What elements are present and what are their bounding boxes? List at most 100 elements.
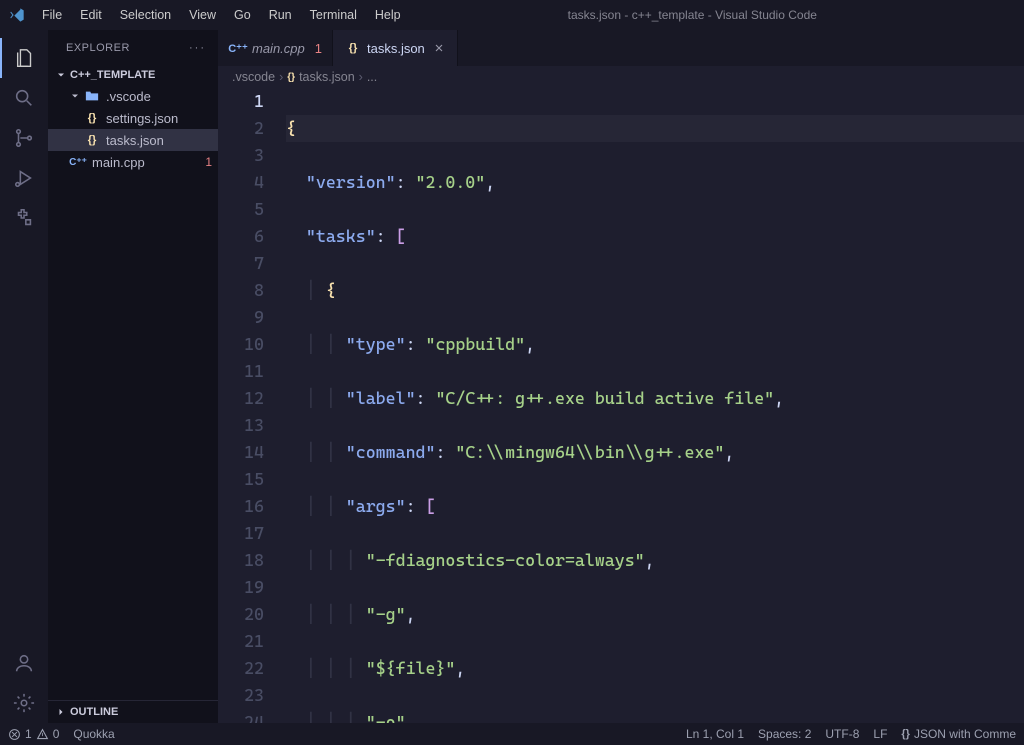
line-number: 7 bbox=[218, 250, 264, 277]
status-quokka[interactable]: Quokka bbox=[73, 727, 114, 741]
line-number: 1 bbox=[218, 88, 264, 115]
tab-label: main.cpp bbox=[252, 41, 305, 56]
activity-bar bbox=[0, 30, 48, 723]
explorer-icon[interactable] bbox=[0, 38, 48, 78]
file-tree: .vscode {} settings.json {} tasks.json C… bbox=[48, 85, 218, 173]
extensions-icon[interactable] bbox=[0, 198, 48, 238]
status-encoding[interactable]: UTF-8 bbox=[825, 727, 859, 741]
project-name: C++_TEMPLATE bbox=[70, 69, 155, 81]
status-problems[interactable]: 1 0 bbox=[8, 727, 59, 741]
line-number: 9 bbox=[218, 304, 264, 331]
menu-run[interactable]: Run bbox=[261, 4, 300, 26]
explorer-title: EXPLORER bbox=[66, 42, 130, 54]
file-tasks-json[interactable]: {} tasks.json bbox=[48, 129, 218, 151]
breadcrumb-item[interactable]: .vscode bbox=[232, 70, 275, 84]
line-gutter: 1 2 3 4 5 6 7 8 9 10 11 12 13 14 15 16 1… bbox=[218, 88, 286, 723]
line-number: 16 bbox=[218, 493, 264, 520]
line-number: 14 bbox=[218, 439, 264, 466]
tab-dirty-badge: 1 bbox=[315, 41, 322, 56]
code-editor[interactable]: 1 2 3 4 5 6 7 8 9 10 11 12 13 14 15 16 1… bbox=[218, 88, 1024, 723]
menu-bar: File Edit Selection View Go Run Terminal… bbox=[34, 4, 409, 26]
menu-file[interactable]: File bbox=[34, 4, 70, 26]
line-number: 3 bbox=[218, 142, 264, 169]
line-number: 5 bbox=[218, 196, 264, 223]
chevron-right-icon: › bbox=[279, 70, 283, 84]
explorer-header: EXPLORER ··· bbox=[48, 30, 218, 65]
line-number: 17 bbox=[218, 520, 264, 547]
editor-tabs: C⁺⁺ main.cpp 1 {} tasks.json bbox=[218, 30, 1024, 66]
window-title: tasks.json - c++_template - Visual Studi… bbox=[369, 8, 1016, 22]
json-file-icon: {} bbox=[901, 728, 910, 740]
line-number: 23 bbox=[218, 682, 264, 709]
file-main-cpp[interactable]: C⁺⁺ main.cpp 1 bbox=[48, 151, 218, 173]
project-section[interactable]: C++_TEMPLATE bbox=[48, 65, 218, 85]
tab-main-cpp[interactable]: C⁺⁺ main.cpp 1 bbox=[218, 30, 333, 66]
cpp-file-icon: C⁺⁺ bbox=[70, 154, 86, 170]
line-number: 21 bbox=[218, 628, 264, 655]
status-lncol[interactable]: Ln 1, Col 1 bbox=[686, 727, 744, 741]
folder-label: .vscode bbox=[106, 89, 218, 104]
line-number: 13 bbox=[218, 412, 264, 439]
error-count: 1 bbox=[25, 727, 32, 741]
code-body[interactable]: { "version": "2.0.0", "tasks": [ │ { │ │… bbox=[286, 88, 1024, 723]
status-bar: 1 0 Quokka Ln 1, Col 1 Spaces: 2 UTF-8 L… bbox=[0, 723, 1024, 745]
title-bar: File Edit Selection View Go Run Terminal… bbox=[0, 0, 1024, 30]
chevron-down-icon bbox=[68, 89, 82, 103]
line-number: 12 bbox=[218, 385, 264, 412]
accounts-icon[interactable] bbox=[0, 643, 48, 683]
menu-view[interactable]: View bbox=[181, 4, 224, 26]
search-icon[interactable] bbox=[0, 78, 48, 118]
menu-selection[interactable]: Selection bbox=[112, 4, 179, 26]
chevron-down-icon bbox=[54, 68, 68, 82]
chevron-right-icon: › bbox=[359, 70, 363, 84]
problem-count-badge: 1 bbox=[205, 155, 212, 169]
status-eol[interactable]: LF bbox=[873, 727, 887, 741]
line-number: 6 bbox=[218, 223, 264, 250]
line-number: 15 bbox=[218, 466, 264, 493]
folder-vscode[interactable]: .vscode bbox=[48, 85, 218, 107]
line-number: 19 bbox=[218, 574, 264, 601]
close-icon[interactable] bbox=[431, 42, 447, 54]
tab-label: tasks.json bbox=[367, 41, 425, 56]
vscode-logo-icon bbox=[8, 6, 26, 24]
file-settings-json[interactable]: {} settings.json bbox=[48, 107, 218, 129]
folder-icon bbox=[84, 88, 100, 104]
json-file-icon: {} bbox=[84, 132, 100, 148]
line-number: 20 bbox=[218, 601, 264, 628]
line-number: 24 bbox=[218, 709, 264, 723]
chevron-right-icon bbox=[54, 705, 68, 719]
status-language[interactable]: {} JSON with Comme bbox=[901, 727, 1016, 741]
editor-area: C⁺⁺ main.cpp 1 {} tasks.json .vscode › {… bbox=[218, 30, 1024, 723]
run-debug-icon[interactable] bbox=[0, 158, 48, 198]
line-number: 22 bbox=[218, 655, 264, 682]
breadcrumb-item[interactable]: tasks.json bbox=[299, 70, 355, 84]
line-number: 11 bbox=[218, 358, 264, 385]
source-control-icon[interactable] bbox=[0, 118, 48, 158]
explorer-sidebar: EXPLORER ··· C++_TEMPLATE .vscode {} set… bbox=[48, 30, 218, 723]
warning-count: 0 bbox=[53, 727, 60, 741]
file-label: tasks.json bbox=[106, 133, 218, 148]
explorer-more-icon[interactable]: ··· bbox=[189, 42, 206, 54]
json-file-icon: {} bbox=[84, 110, 100, 126]
settings-gear-icon[interactable] bbox=[0, 683, 48, 723]
line-number: 8 bbox=[218, 277, 264, 304]
line-number: 10 bbox=[218, 331, 264, 358]
line-number: 18 bbox=[218, 547, 264, 574]
outline-section[interactable]: OUTLINE bbox=[48, 700, 218, 723]
file-label: main.cpp bbox=[92, 155, 205, 170]
cpp-file-icon: C⁺⁺ bbox=[230, 40, 246, 56]
menu-terminal[interactable]: Terminal bbox=[302, 4, 365, 26]
file-label: settings.json bbox=[106, 111, 218, 126]
language-label: JSON with Comme bbox=[914, 727, 1016, 741]
menu-go[interactable]: Go bbox=[226, 4, 259, 26]
outline-label: OUTLINE bbox=[70, 706, 118, 718]
breadcrumbs[interactable]: .vscode › {} tasks.json › ... bbox=[218, 66, 1024, 88]
menu-edit[interactable]: Edit bbox=[72, 4, 110, 26]
json-file-icon: {} bbox=[287, 72, 295, 83]
status-spaces[interactable]: Spaces: 2 bbox=[758, 727, 811, 741]
json-file-icon: {} bbox=[345, 40, 361, 56]
breadcrumb-item[interactable]: ... bbox=[367, 70, 377, 84]
line-number: 4 bbox=[218, 169, 264, 196]
tab-tasks-json[interactable]: {} tasks.json bbox=[333, 30, 458, 66]
line-number: 2 bbox=[218, 115, 264, 142]
